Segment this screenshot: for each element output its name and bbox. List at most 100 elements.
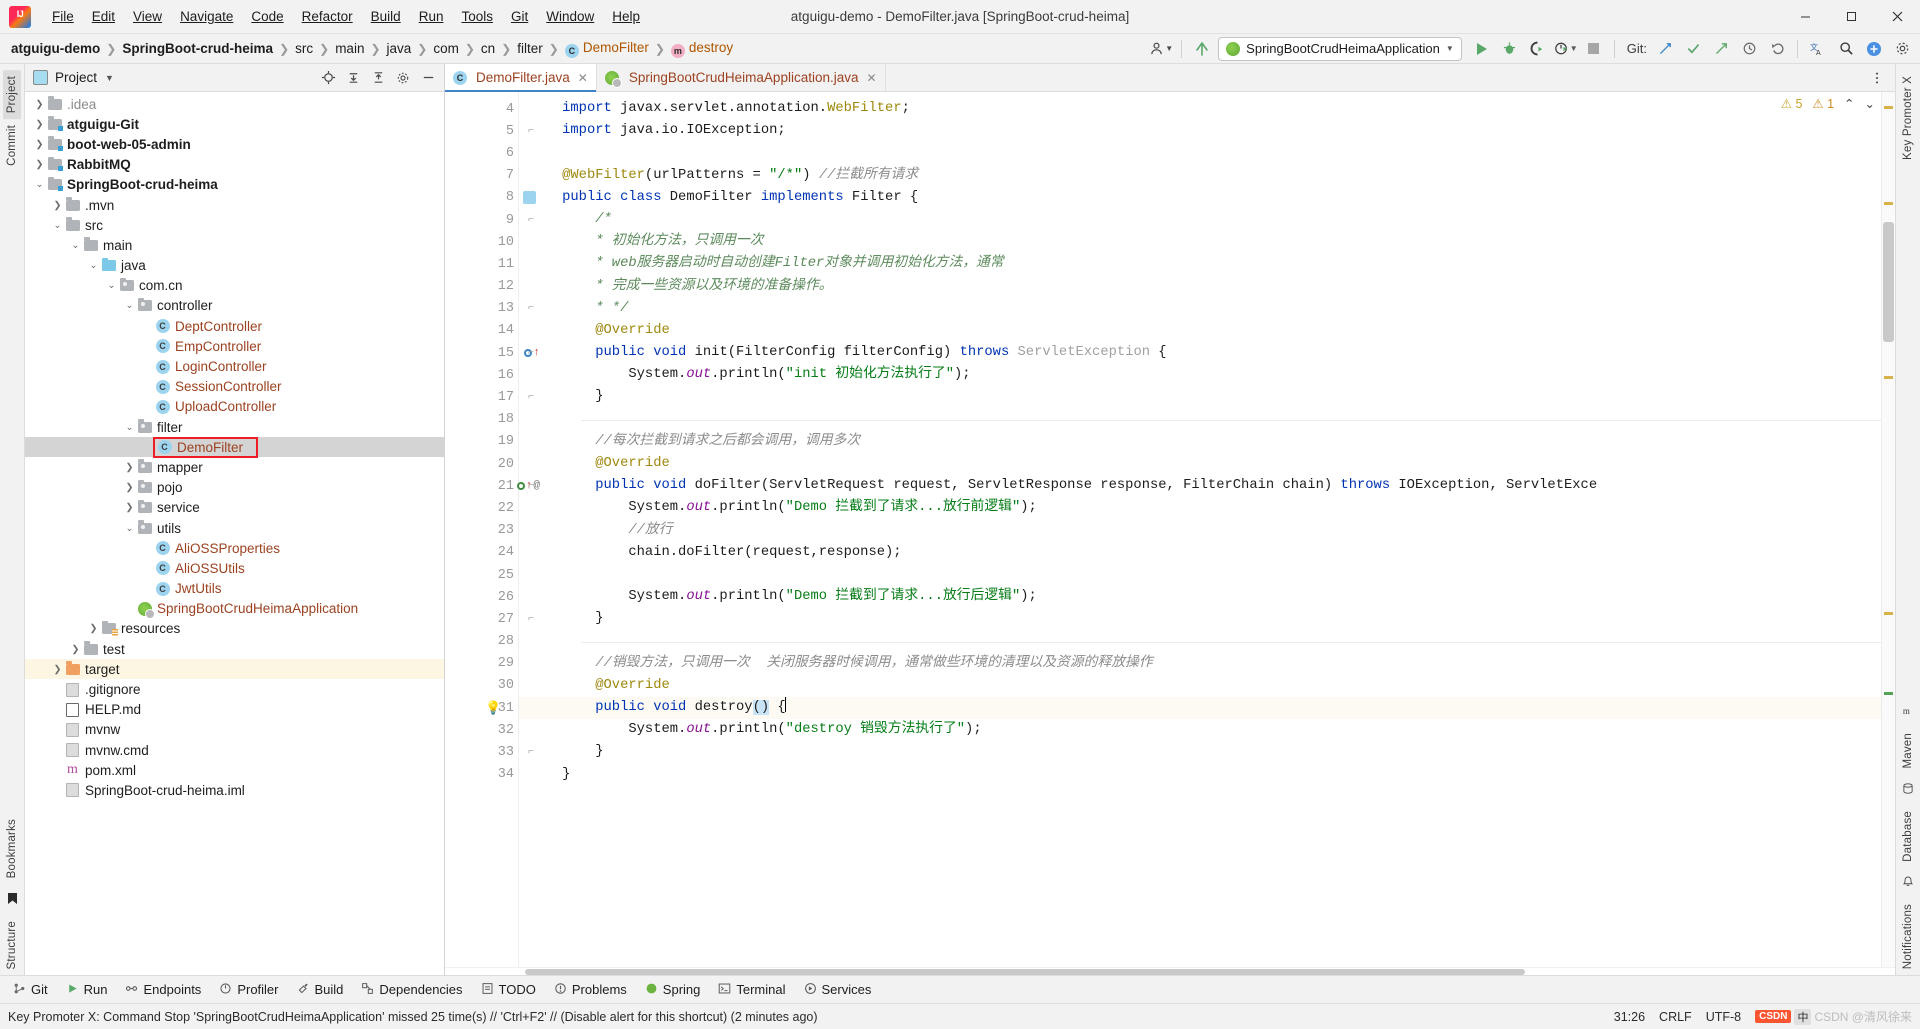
menu-view[interactable]: View: [124, 5, 171, 28]
bookmark-icon[interactable]: [7, 892, 18, 908]
breadcrumb-item-java[interactable]: java: [382, 39, 417, 58]
code-line-20[interactable]: @Override: [519, 453, 1895, 475]
code-line-27[interactable]: }: [519, 608, 1895, 630]
code-line-30[interactable]: @Override: [519, 675, 1895, 697]
run-button[interactable]: [1470, 38, 1494, 60]
notifications-icon[interactable]: [1902, 875, 1914, 891]
menu-bar[interactable]: File Edit View Navigate Code Refactor Bu…: [43, 5, 649, 28]
push-icon[interactable]: [1709, 38, 1733, 60]
file-encoding[interactable]: UTF-8: [1706, 1010, 1741, 1024]
check-icon[interactable]: [1681, 38, 1705, 60]
chevron-down-icon[interactable]: ⌄: [123, 523, 136, 534]
code-line-34[interactable]: }: [519, 764, 1895, 786]
code-line-19[interactable]: //每次拦截到请求之后都会调用，调用多次: [519, 431, 1895, 453]
gutter-line-11[interactable]: 11: [445, 253, 518, 275]
menu-help[interactable]: Help: [603, 5, 649, 28]
gutter-line-7[interactable]: 7: [445, 165, 518, 187]
history-icon[interactable]: [1737, 38, 1761, 60]
chevron-down-icon[interactable]: ⌄: [51, 220, 64, 231]
code-line-12[interactable]: * 完成一些资源以及环境的准备操作。: [519, 276, 1895, 298]
gutter-line-9[interactable]: 9 ⌐: [445, 209, 534, 231]
menu-tools[interactable]: Tools: [452, 5, 502, 28]
tree-node-demofilter[interactable]: C DemoFilter: [25, 436, 444, 458]
tree-node-springbootcrudheimaapplication[interactable]: SpringBootCrudHeimaApplication: [25, 599, 444, 619]
inspection-scrollbar[interactable]: [1881, 92, 1895, 967]
tool-window-tab-services[interactable]: Services: [795, 979, 881, 1001]
code-line-21[interactable]: public void doFilter(ServletRequest requ…: [519, 475, 1895, 497]
code-line-5[interactable]: import java.io.IOException;: [519, 120, 1895, 142]
tool-window-tab-problems[interactable]: Problems: [545, 979, 636, 1001]
tool-tab-project[interactable]: Project: [3, 70, 21, 120]
more-options-icon[interactable]: [1865, 67, 1889, 89]
code-line-25[interactable]: [519, 564, 1895, 586]
gutter-line-16[interactable]: 16: [445, 364, 518, 386]
gutter-line-6[interactable]: 6: [445, 142, 518, 164]
locate-file-icon[interactable]: [316, 67, 340, 89]
code-line-10[interactable]: * 初始化方法，只调用一次: [519, 231, 1895, 253]
code-line-9[interactable]: /*: [519, 209, 1895, 231]
chevron-right-icon[interactable]: ❯: [69, 644, 82, 655]
gutter-line-28[interactable]: 28: [445, 631, 518, 653]
tree-node-deptcontroller[interactable]: C DeptController: [25, 316, 444, 336]
menu-window[interactable]: Window: [537, 5, 603, 28]
tool-tab-commit[interactable]: Commit: [3, 119, 21, 172]
gutter-line-29[interactable]: 29: [445, 653, 518, 675]
line-separator[interactable]: CRLF: [1659, 1010, 1692, 1024]
tree-node-pojo[interactable]: ❯ pojo: [25, 478, 444, 498]
run-configuration-selector[interactable]: SpringBootCrudHeimaApplication ▼: [1218, 36, 1462, 61]
chevron-down-icon[interactable]: ⌄: [123, 300, 136, 311]
chevron-down-icon[interactable]: ⌄: [105, 280, 118, 291]
chevron-right-icon[interactable]: ❯: [33, 139, 46, 150]
tool-tab-key-promoter-x[interactable]: Key Promoter X: [1899, 70, 1917, 166]
project-tree[interactable]: ❯ .idea ❯ atguigu-Git ❯ boot-web-05-admin ❯ Rab…: [25, 92, 444, 975]
tree-node-springboot-crud-heima[interactable]: ⌄ SpringBoot-crud-heima: [25, 175, 444, 195]
gutter-line-12[interactable]: 12: [445, 276, 518, 298]
tool-window-tab-todo[interactable]: TODO: [472, 979, 545, 1001]
translate-icon[interactable]: 文A: [1806, 38, 1830, 60]
hide-panel-icon[interactable]: [416, 67, 440, 89]
tool-tab-notifications[interactable]: Notifications: [1899, 898, 1917, 975]
gutter-line-30[interactable]: 30: [445, 675, 518, 697]
code-line-6[interactable]: [519, 142, 1895, 164]
menu-run[interactable]: Run: [410, 5, 453, 28]
gutter-line-20[interactable]: 20: [445, 453, 518, 475]
menu-refactor[interactable]: Refactor: [293, 5, 362, 28]
chevron-right-icon[interactable]: ❯: [123, 502, 136, 513]
code-line-16[interactable]: System.out.println("init 初始化方法执行了");: [519, 364, 1895, 386]
account-icon[interactable]: ▼: [1149, 38, 1173, 60]
chevron-right-icon[interactable]: ❯: [33, 99, 46, 110]
code-line-17[interactable]: }: [519, 386, 1895, 408]
tool-window-tab-profiler[interactable]: Profiler: [210, 979, 287, 1001]
tree-node-mapper[interactable]: ❯ mapper: [25, 457, 444, 477]
menu-code[interactable]: Code: [242, 5, 292, 28]
tool-window-tab-spring[interactable]: Spring: [636, 979, 710, 1001]
inspection-widget[interactable]: ⚠ 5 ⚠ 1 ⌃ ⌄: [1781, 96, 1875, 111]
tree-node-help-md[interactable]: HELP.md: [25, 700, 444, 720]
editor-horizontal-scrollbar-thumb[interactable]: [525, 969, 1525, 975]
breadcrumb-item-com[interactable]: com: [428, 39, 464, 58]
tree-node-utils[interactable]: ⌄ utils: [25, 518, 444, 538]
minimize-button[interactable]: [1782, 0, 1828, 34]
editor-tab-demofilter[interactable]: C DemoFilter.java ✕: [445, 64, 597, 92]
inspection-mark[interactable]: [1884, 692, 1893, 695]
code-line-22[interactable]: System.out.println("Demo 拦截到了请求...放行前逻辑"…: [519, 497, 1895, 519]
chevron-right-icon[interactable]: ❯: [123, 462, 136, 473]
prev-problem-icon[interactable]: ⌃: [1844, 96, 1854, 111]
gutter-line-15[interactable]: 15 ↑ ⌐: [445, 342, 540, 364]
code-line-14[interactable]: @Override: [519, 320, 1895, 342]
tree-node-com-cn[interactable]: ⌄ com.cn: [25, 276, 444, 296]
tree-node-mvnw-cmd[interactable]: mvnw.cmd: [25, 740, 444, 760]
settings-icon[interactable]: [1890, 38, 1914, 60]
menu-git[interactable]: Git: [502, 5, 537, 28]
gutter-line-23[interactable]: 23: [445, 520, 518, 542]
menu-navigate[interactable]: Navigate: [171, 5, 242, 28]
gutter-line-25[interactable]: 25: [445, 564, 518, 586]
run-with-coverage-button[interactable]: [1526, 38, 1550, 60]
ime-indicator[interactable]: 中: [1794, 1008, 1812, 1025]
chevron-right-icon[interactable]: ❯: [87, 623, 100, 634]
breadcrumb-item-class[interactable]: C DemoFilter: [560, 38, 654, 60]
tree-node-controller[interactable]: ⌄ controller: [25, 296, 444, 316]
code-line-31[interactable]: public void destroy() {: [519, 697, 1895, 720]
maven-icon[interactable]: m: [1902, 704, 1915, 720]
gutter-line-5[interactable]: 5 ⌐: [445, 120, 534, 142]
